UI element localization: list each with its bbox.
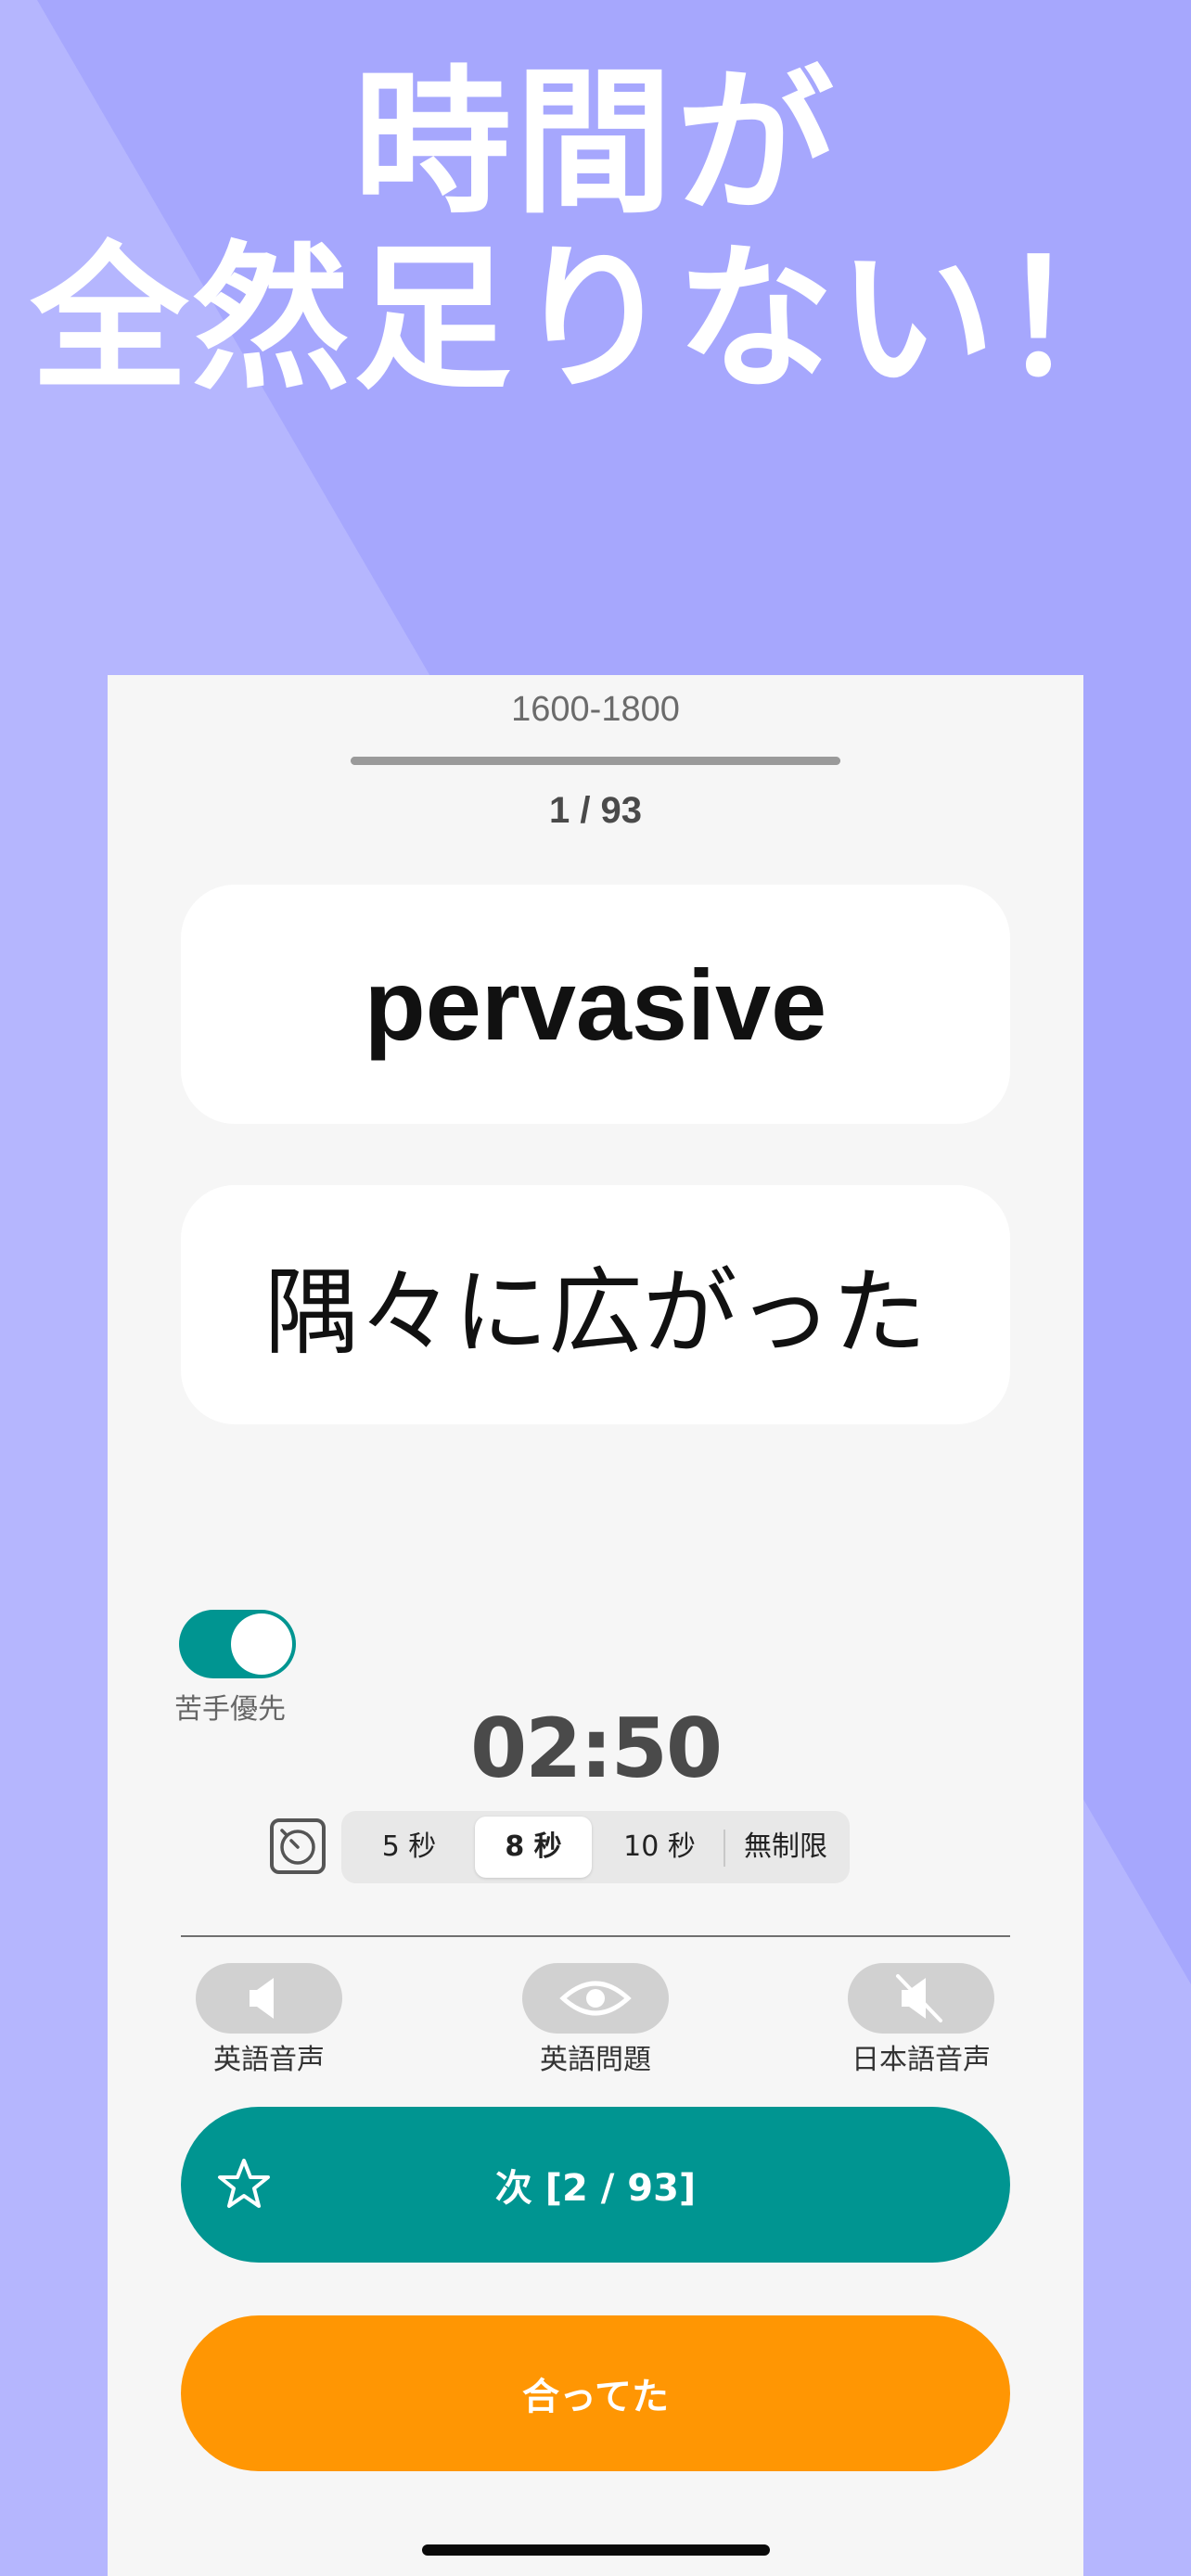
divider (181, 1935, 1010, 1937)
question-counter: 1 / 93 (548, 790, 643, 831)
japanese-audio-button[interactable] (848, 1963, 994, 2034)
home-indicator[interactable] (422, 2544, 770, 2556)
countdown-timer: 02:50 (469, 1701, 723, 1796)
timer-segmented-control: 5 秒 8 秒 10 秒 無制限 (341, 1811, 850, 1883)
english-audio-label: 英語音声 (213, 2044, 325, 2076)
seg-unlimited[interactable]: 無制限 (727, 1817, 844, 1878)
speaker-muted-icon (896, 1974, 942, 2022)
toggle-knob (231, 1613, 292, 1675)
progress-bar (351, 757, 840, 765)
weak-priority-toggle[interactable] (179, 1610, 296, 1678)
headline-line-1: 時間が (352, 52, 838, 236)
timer-icon[interactable] (269, 1817, 327, 1875)
correct-button-label: 合ってた (522, 2376, 669, 2418)
seg-divider (724, 1830, 725, 1867)
next-button[interactable]: 次 [2 / 93] (181, 2107, 1010, 2263)
progress-fill (351, 757, 840, 765)
headline-line-2: 全然足りない！ (30, 228, 1160, 412)
promo-headline: 時間が 全然足りない！ (0, 56, 1191, 408)
seg-10-seconds[interactable]: 10 秒 (597, 1817, 722, 1878)
seg-5-seconds[interactable]: 5 秒 (349, 1817, 469, 1878)
meaning-card[interactable]: 隅々に広がった (181, 1185, 1010, 1424)
next-button-label: 次 [2 / 93] (494, 2167, 697, 2210)
japanese-audio-label: 日本語音声 (852, 2044, 991, 2076)
japanese-meaning: 隅々に広がった (264, 1257, 927, 1369)
english-word: pervasive (364, 948, 827, 1061)
english-question-button[interactable] (522, 1963, 669, 2034)
eye-icon (559, 1981, 632, 2016)
english-audio-button[interactable] (196, 1963, 342, 2034)
seg-8-seconds[interactable]: 8 秒 (475, 1817, 592, 1878)
speaker-icon (250, 1978, 274, 2019)
english-question-label: 英語問題 (540, 2044, 651, 2076)
word-range-label: 1600-1800 (511, 690, 680, 729)
word-card[interactable]: pervasive (181, 885, 1010, 1124)
correct-button[interactable]: 合ってた (181, 2315, 1010, 2471)
star-icon[interactable] (214, 2155, 274, 2214)
